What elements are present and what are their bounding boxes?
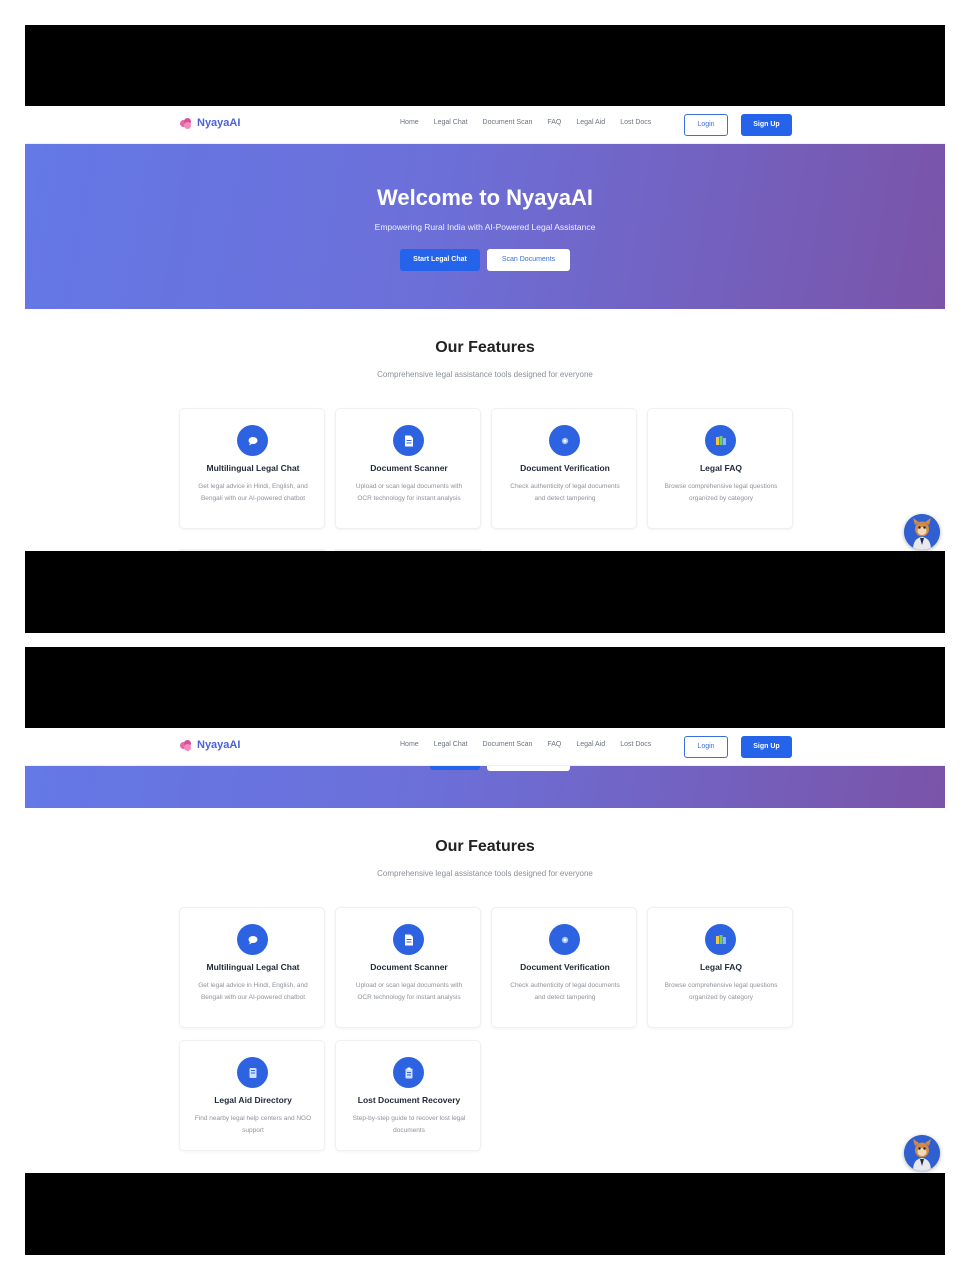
document-icon	[393, 924, 424, 955]
login-button[interactable]: Login	[684, 114, 728, 136]
feature-card-document-scanner[interactable]: Document Scanner Upload or scan legal do…	[335, 408, 481, 529]
feature-card-description: Get legal advice in Hindi, English, and …	[198, 982, 308, 1001]
feature-card-lost-document-recovery[interactable]: Lost Document Recovery Step-by-step guid…	[335, 1040, 481, 1151]
feature-card-title: Legal FAQ	[699, 463, 743, 473]
feature-card-title: Document Scanner	[370, 463, 448, 473]
card-row-2-peek	[335, 549, 481, 551]
brand-name: NyayaAI	[197, 117, 241, 129]
feature-card-title: Lost Document Recovery	[357, 1095, 461, 1105]
features-title: Our Features	[435, 339, 535, 356]
nav-document-scan[interactable]: Document Scan	[483, 119, 533, 126]
feature-card-title: Legal FAQ	[699, 962, 743, 972]
directory-icon	[237, 1057, 268, 1088]
nav-legal-chat[interactable]: Legal Chat	[434, 119, 468, 126]
feature-card-legal-faq[interactable]: Legal FAQ Browse comprehensive legal que…	[647, 408, 793, 529]
start-legal-chat-button-edge[interactable]	[430, 766, 480, 770]
nav-faq[interactable]: FAQ	[547, 119, 561, 126]
login-button[interactable]: Login	[684, 736, 728, 758]
feature-card-document-verification[interactable]: Document Verification Check authenticity…	[491, 907, 637, 1028]
feature-card-description: Check authenticity of legal documents an…	[510, 982, 620, 1001]
scan-documents-button-edge[interactable]	[487, 766, 570, 771]
feature-card-description: Upload or scan legal documents with OCR …	[355, 982, 463, 1001]
features-subtitle: Comprehensive legal assistance tools des…	[377, 869, 593, 878]
start-legal-chat-button[interactable]: Start Legal Chat	[400, 249, 480, 271]
feature-card-multilingual-chat[interactable]: Multilingual Legal Chat Get legal advice…	[179, 408, 325, 529]
feature-card-description: Step-by-step guide to recover lost legal…	[352, 1115, 466, 1134]
assistant-avatar-icon[interactable]	[904, 514, 940, 550]
assistant-avatar-icon[interactable]	[904, 1135, 940, 1171]
feature-card-legal-faq[interactable]: Legal FAQ Browse comprehensive legal que…	[647, 907, 793, 1028]
brain-icon	[180, 739, 192, 751]
books-icon	[705, 425, 736, 456]
feature-card-legal-aid-directory[interactable]: Legal Aid Directory Find nearby legal he…	[179, 1040, 325, 1151]
brand-name: NyayaAI	[197, 739, 241, 751]
signup-button[interactable]: Sign Up	[741, 736, 792, 758]
feature-card-title: Document Scanner	[370, 962, 448, 972]
chat-bubble-icon	[237, 425, 268, 456]
navbar: NyayaAI Home Legal Chat Document Scan FA…	[25, 106, 945, 144]
document-icon	[393, 425, 424, 456]
feature-card-description: Upload or scan legal documents with OCR …	[355, 483, 463, 502]
brand-logo[interactable]: NyayaAI	[180, 739, 240, 751]
feature-card-description: Browse comprehensive legal questions org…	[664, 483, 778, 502]
hero-section: Welcome to NyayaAI Empowering Rural Indi…	[25, 144, 945, 309]
nav-lost-docs[interactable]: Lost Docs	[620, 119, 651, 126]
feature-card-title: Document Verification	[520, 463, 610, 473]
signup-button[interactable]: Sign Up	[741, 114, 792, 136]
verification-icon	[549, 425, 580, 456]
feature-card-document-verification[interactable]: Document Verification Check authenticity…	[491, 408, 637, 529]
nav-links: Home Legal Chat Document Scan FAQ Legal …	[400, 741, 651, 748]
hero-subtitle: Empowering Rural India with AI-Powered L…	[374, 222, 596, 232]
hero-title: Welcome to NyayaAI	[376, 185, 593, 210]
feature-card-title: Multilingual Legal Chat	[206, 463, 300, 473]
black-bar-bottom-2	[25, 1173, 945, 1255]
nav-legal-aid[interactable]: Legal Aid	[576, 119, 605, 126]
feature-card-title: Document Verification	[520, 962, 610, 972]
nav-home[interactable]: Home	[400, 119, 419, 126]
nav-home[interactable]: Home	[400, 741, 419, 748]
features-subtitle: Comprehensive legal assistance tools des…	[377, 370, 593, 379]
verification-icon	[549, 924, 580, 955]
screenshot-panel-1: NyayaAI Home Legal Chat Document Scan FA…	[25, 106, 945, 551]
nav-faq[interactable]: FAQ	[547, 741, 561, 748]
features-title: Our Features	[435, 838, 535, 855]
navbar: NyayaAI Home Legal Chat Document Scan FA…	[25, 728, 945, 766]
feature-card-document-scanner[interactable]: Document Scanner Upload or scan legal do…	[335, 907, 481, 1028]
feature-card-description: Check authenticity of legal documents an…	[510, 483, 620, 502]
feature-card-title: Legal Aid Directory	[214, 1095, 292, 1105]
black-bar-bottom-1	[25, 551, 945, 633]
nav-links: Home Legal Chat Document Scan FAQ Legal …	[400, 119, 651, 126]
screenshot-panel-2: NyayaAI Home Legal Chat Document Scan FA…	[25, 728, 945, 1173]
black-bar-top-1	[25, 25, 945, 106]
chat-bubble-icon	[237, 924, 268, 955]
nav-document-scan[interactable]: Document Scan	[483, 741, 533, 748]
brain-icon	[180, 117, 192, 129]
scan-documents-button[interactable]: Scan Documents	[487, 249, 570, 271]
feature-card-multilingual-chat[interactable]: Multilingual Legal Chat Get legal advice…	[179, 907, 325, 1028]
nav-legal-chat[interactable]: Legal Chat	[434, 741, 468, 748]
feature-card-title: Multilingual Legal Chat	[206, 962, 300, 972]
feature-card-description: Find nearby legal help centers and NGO s…	[194, 1115, 312, 1134]
feature-card-description: Browse comprehensive legal questions org…	[664, 982, 778, 1001]
hero-section-scrolled	[25, 766, 945, 808]
nav-lost-docs[interactable]: Lost Docs	[620, 741, 651, 748]
feature-card-description: Get legal advice in Hindi, English, and …	[198, 483, 308, 502]
nav-legal-aid[interactable]: Legal Aid	[576, 741, 605, 748]
black-bar-top-2	[25, 647, 945, 728]
card-row-2-peek	[179, 549, 325, 551]
clipboard-icon	[393, 1057, 424, 1088]
brand-logo[interactable]: NyayaAI	[180, 117, 240, 129]
books-icon	[705, 924, 736, 955]
